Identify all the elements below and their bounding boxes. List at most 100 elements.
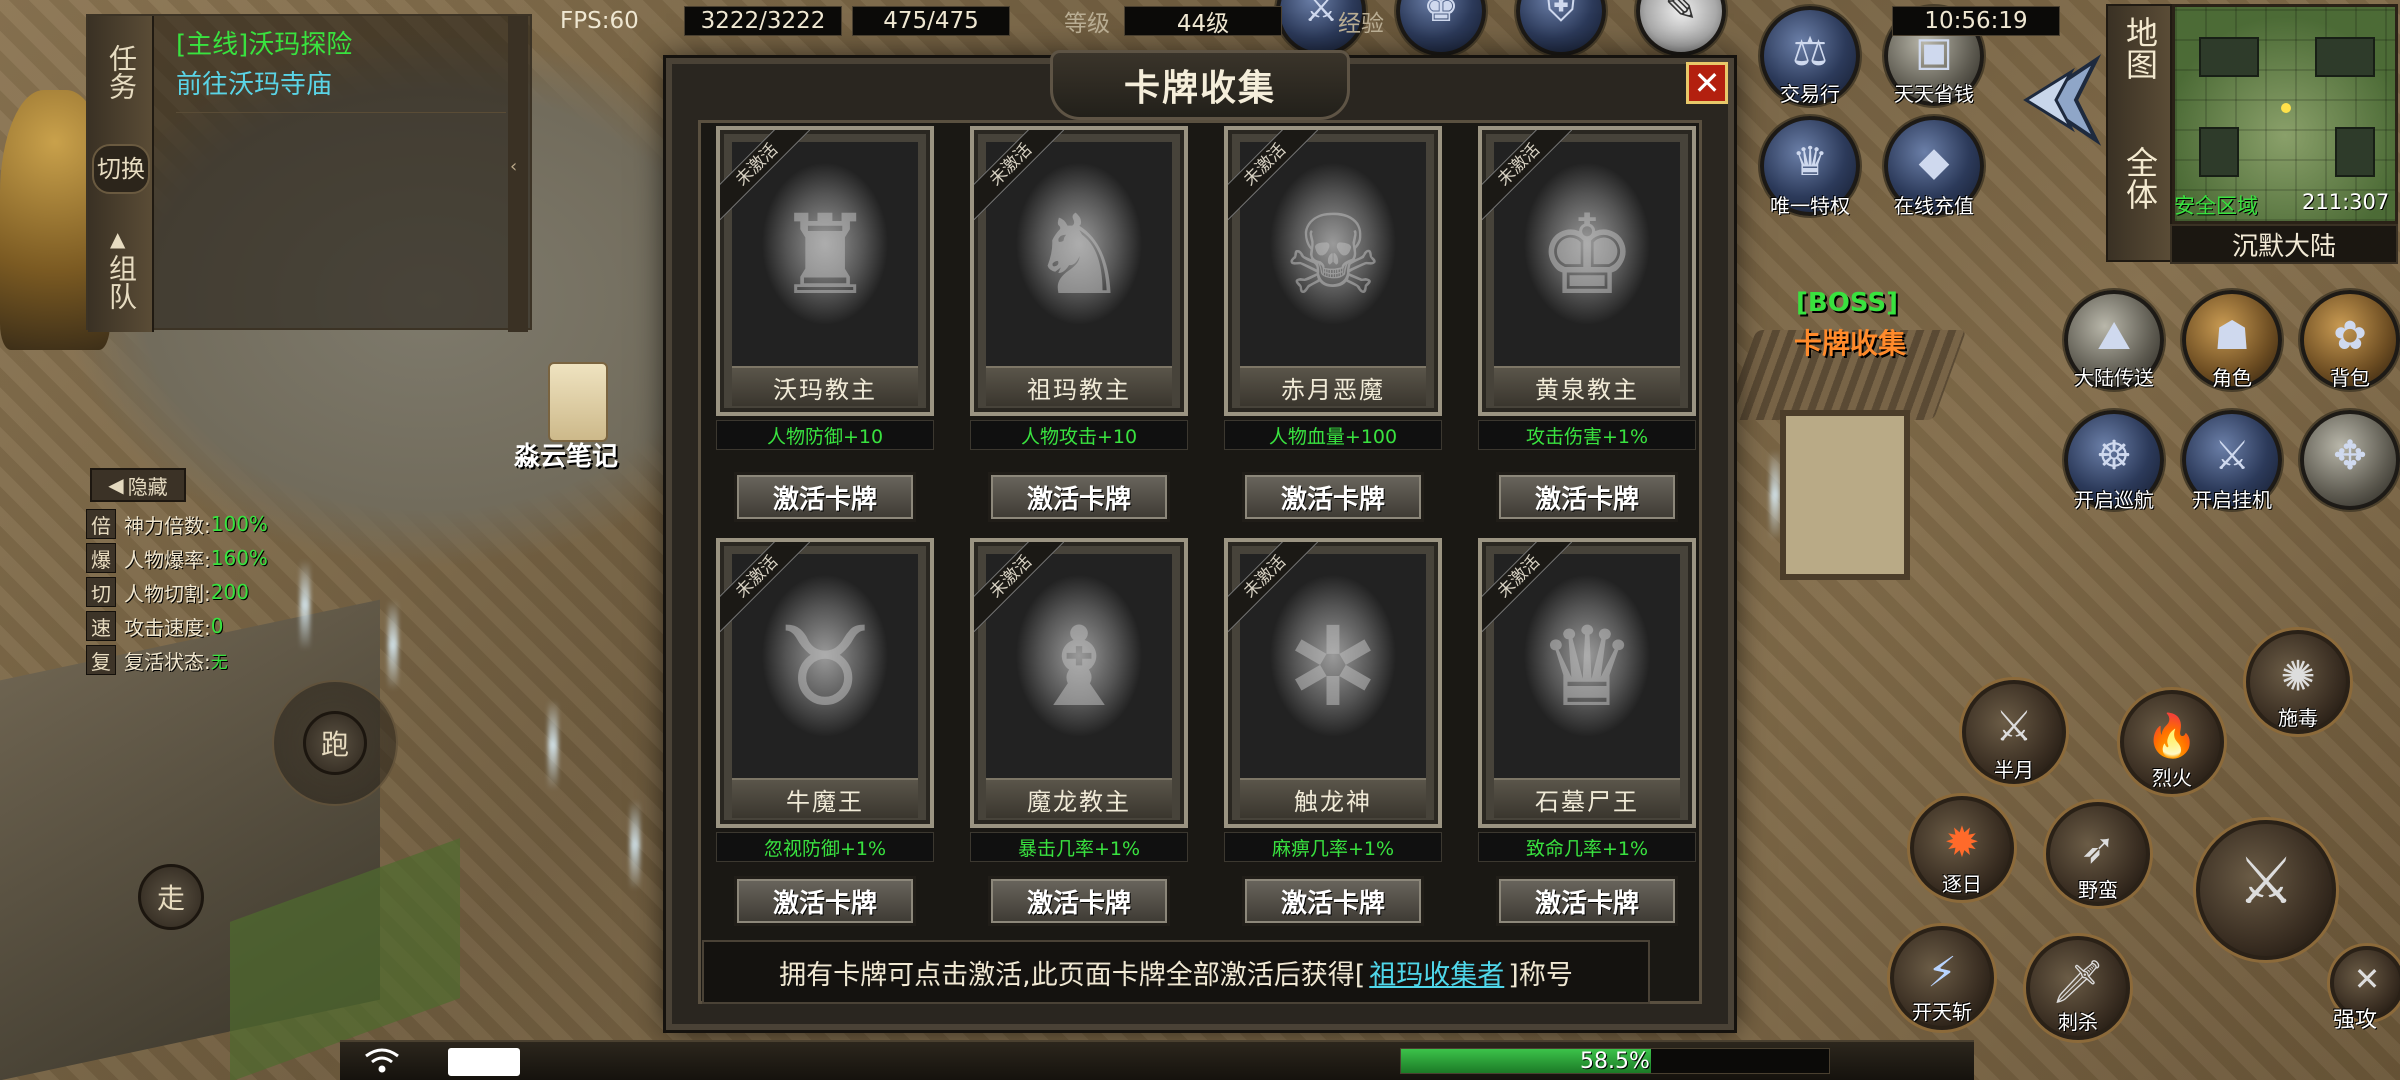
activate-card-button[interactable]: 激活卡牌 [1242, 876, 1424, 926]
notice-pavilion[interactable] [1723, 330, 1967, 580]
bag-label: 背包 [2330, 366, 2370, 390]
light-beam [548, 700, 558, 790]
stat-label: 复活状态: [124, 649, 211, 674]
stat-value: 无 [210, 652, 228, 673]
card-woma[interactable]: ♜ 未激活 沃玛教主 [716, 126, 934, 416]
stat-label: 人物爆率: [124, 547, 211, 572]
tab-team[interactable]: ▲ 组队 [92, 212, 150, 322]
card-touch-dragon[interactable]: ✲ 未激活 触龙神 [1224, 538, 1442, 828]
switch-button[interactable]: 切换 [92, 144, 150, 194]
exp-percent: 58.5% [1580, 1048, 1650, 1074]
privilege-label: 唯一特权 [1770, 194, 1850, 218]
card-name: 魔龙教主 [986, 778, 1172, 818]
map-tabs: 地图 全体 [2106, 4, 2172, 262]
collapse-arrow-icon[interactable]: ‹ [510, 156, 517, 177]
skill-open-sky-label: 开天斩 [1912, 1000, 1972, 1024]
skill-strong-label: 强攻 [2332, 1008, 2377, 1033]
inactive-ribbon: 未激活 [974, 130, 1064, 220]
hide-label: 隐藏 [127, 474, 168, 499]
run-button[interactable]: 跑 [303, 711, 367, 775]
stats-panel: 倍神力倍数: 100% 爆人物爆率: 160% 切人物切割: 200 速攻击速度: 0 … [86, 508, 316, 688]
quest-scrollbar[interactable]: ‹ [508, 16, 528, 332]
activate-card-button[interactable]: 激活卡牌 [1242, 472, 1424, 522]
stat-row: 切人物切割: 200 [86, 576, 249, 608]
main-attack-button[interactable]: ⚔ [2196, 820, 2336, 960]
activate-card-button[interactable]: 激活卡牌 [988, 472, 1170, 522]
stat-row: 复复活状态: 无 [86, 644, 228, 676]
boss-card-label[interactable]: 卡牌收集 [1794, 322, 1906, 362]
minimap-building [2199, 37, 2259, 77]
card-name: 赤月恶魔 [1240, 366, 1426, 406]
cruise-label: 开启巡航 [2074, 488, 2154, 512]
stat-row: 倍神力倍数: 100% [86, 508, 268, 540]
card-yellow-spring[interactable]: ♚ 未激活 黄泉教主 [1478, 126, 1696, 416]
collapse-arrow-icon[interactable] [2016, 50, 2106, 150]
save-money-label: 天天省钱 [1894, 82, 1974, 106]
stat-badge: 倍 [86, 509, 116, 539]
card-bonus: 暴击几率+1% [970, 832, 1188, 862]
exp-bar: 58.5% [1400, 1048, 1830, 1074]
card-bonus: 人物防御+10 [716, 420, 934, 450]
card-bull-demon[interactable]: ♉ 未激活 牛魔王 [716, 538, 934, 828]
activate-card-button[interactable]: 激活卡牌 [1496, 876, 1678, 926]
stat-row: 速攻击速度: 0 [86, 610, 223, 642]
move-cross-icon[interactable]: ✥ [2300, 410, 2400, 510]
title-link[interactable]: 祖玛收集者 [1369, 953, 1504, 992]
battery-icon [448, 1048, 520, 1076]
walk-button[interactable]: 走 [138, 864, 204, 930]
hide-stats-button[interactable]: ◀ 隐藏 [90, 468, 186, 502]
card-bonus: 麻痹几率+1% [1224, 832, 1442, 862]
minimap-building [2315, 37, 2375, 77]
minimap-building [2199, 127, 2239, 177]
card-tomb-king[interactable]: ♛ 未激活 石墓尸王 [1478, 538, 1696, 828]
npc-scroll-icon[interactable] [548, 362, 608, 442]
card-bonus: 攻击伤害+1% [1478, 420, 1696, 450]
joystick-ring[interactable]: 跑 [272, 680, 398, 806]
pavilion-board [1780, 410, 1910, 580]
boss-tag: [BOSS] [1796, 288, 1898, 318]
card-name: 祖玛教主 [986, 366, 1172, 406]
clock: 10:56:19 [1892, 6, 2060, 36]
card-red-moon[interactable]: ☠ 未激活 赤月恶魔 [1224, 126, 1442, 416]
skill-half-moon-label: 半月 [1994, 758, 2034, 782]
inactive-ribbon: 未激活 [974, 542, 1064, 632]
activate-card-button[interactable]: 激活卡牌 [734, 472, 916, 522]
tab-all[interactable]: 全体 [2114, 146, 2166, 218]
exp-label: 经验 [1338, 11, 1384, 37]
card-demon-dragon[interactable]: ♝ 未激活 魔龙教主 [970, 538, 1188, 828]
level-label: 等级 [1064, 11, 1110, 37]
minimap-building [2335, 127, 2375, 177]
skill-wild-label: 野蛮 [2078, 878, 2118, 902]
inactive-ribbon: 未激活 [1482, 130, 1572, 220]
stat-value: 200 [210, 580, 249, 604]
level-value: 44级 [1124, 6, 1282, 37]
quest-tabs: 任务 切换 ▲ 组队 [88, 16, 154, 332]
close-icon: ✕ [1693, 64, 1721, 102]
quest-objective[interactable]: 前往沃玛寺庙 [176, 64, 332, 101]
trade-label: 交易行 [1780, 82, 1840, 106]
stat-row: 爆人物爆率: 160% [86, 542, 268, 574]
recharge-label: 在线充值 [1894, 194, 1974, 218]
card-name: 沃玛教主 [732, 366, 918, 406]
stat-badge: 速 [86, 611, 116, 641]
tab-map[interactable]: 地图 [2114, 16, 2166, 88]
stat-badge: 爆 [86, 543, 116, 573]
wifi-icon [365, 1048, 399, 1073]
teleport-label: 大陆传送 [2074, 366, 2154, 390]
inactive-ribbon: 未激活 [720, 130, 810, 220]
tab-task[interactable]: 任务 [92, 24, 150, 120]
quest-main-title[interactable]: [主线]沃玛探险 [176, 24, 352, 61]
skill-stab-label: 刺杀 [2058, 1010, 2098, 1034]
stat-badge: 切 [86, 577, 116, 607]
card-name: 牛魔王 [732, 778, 918, 818]
zone-status: 安全区域 [2174, 194, 2258, 218]
inactive-ribbon: 未激活 [1228, 130, 1318, 220]
activate-card-button[interactable]: 激活卡牌 [988, 876, 1170, 926]
left-arrow-icon: ◀ [108, 473, 124, 497]
card-zuma[interactable]: ♞ 未激活 祖玛教主 [970, 126, 1188, 416]
activate-card-button[interactable]: 激活卡牌 [734, 876, 916, 926]
quest-panel: 任务 切换 ▲ 组队 [主线]沃玛探险 前往沃玛寺庙 ‹ [86, 14, 532, 332]
close-button[interactable]: ✕ [1686, 62, 1728, 104]
activate-card-button[interactable]: 激活卡牌 [1496, 472, 1678, 522]
auto-battle-label: 开启挂机 [2192, 488, 2272, 512]
